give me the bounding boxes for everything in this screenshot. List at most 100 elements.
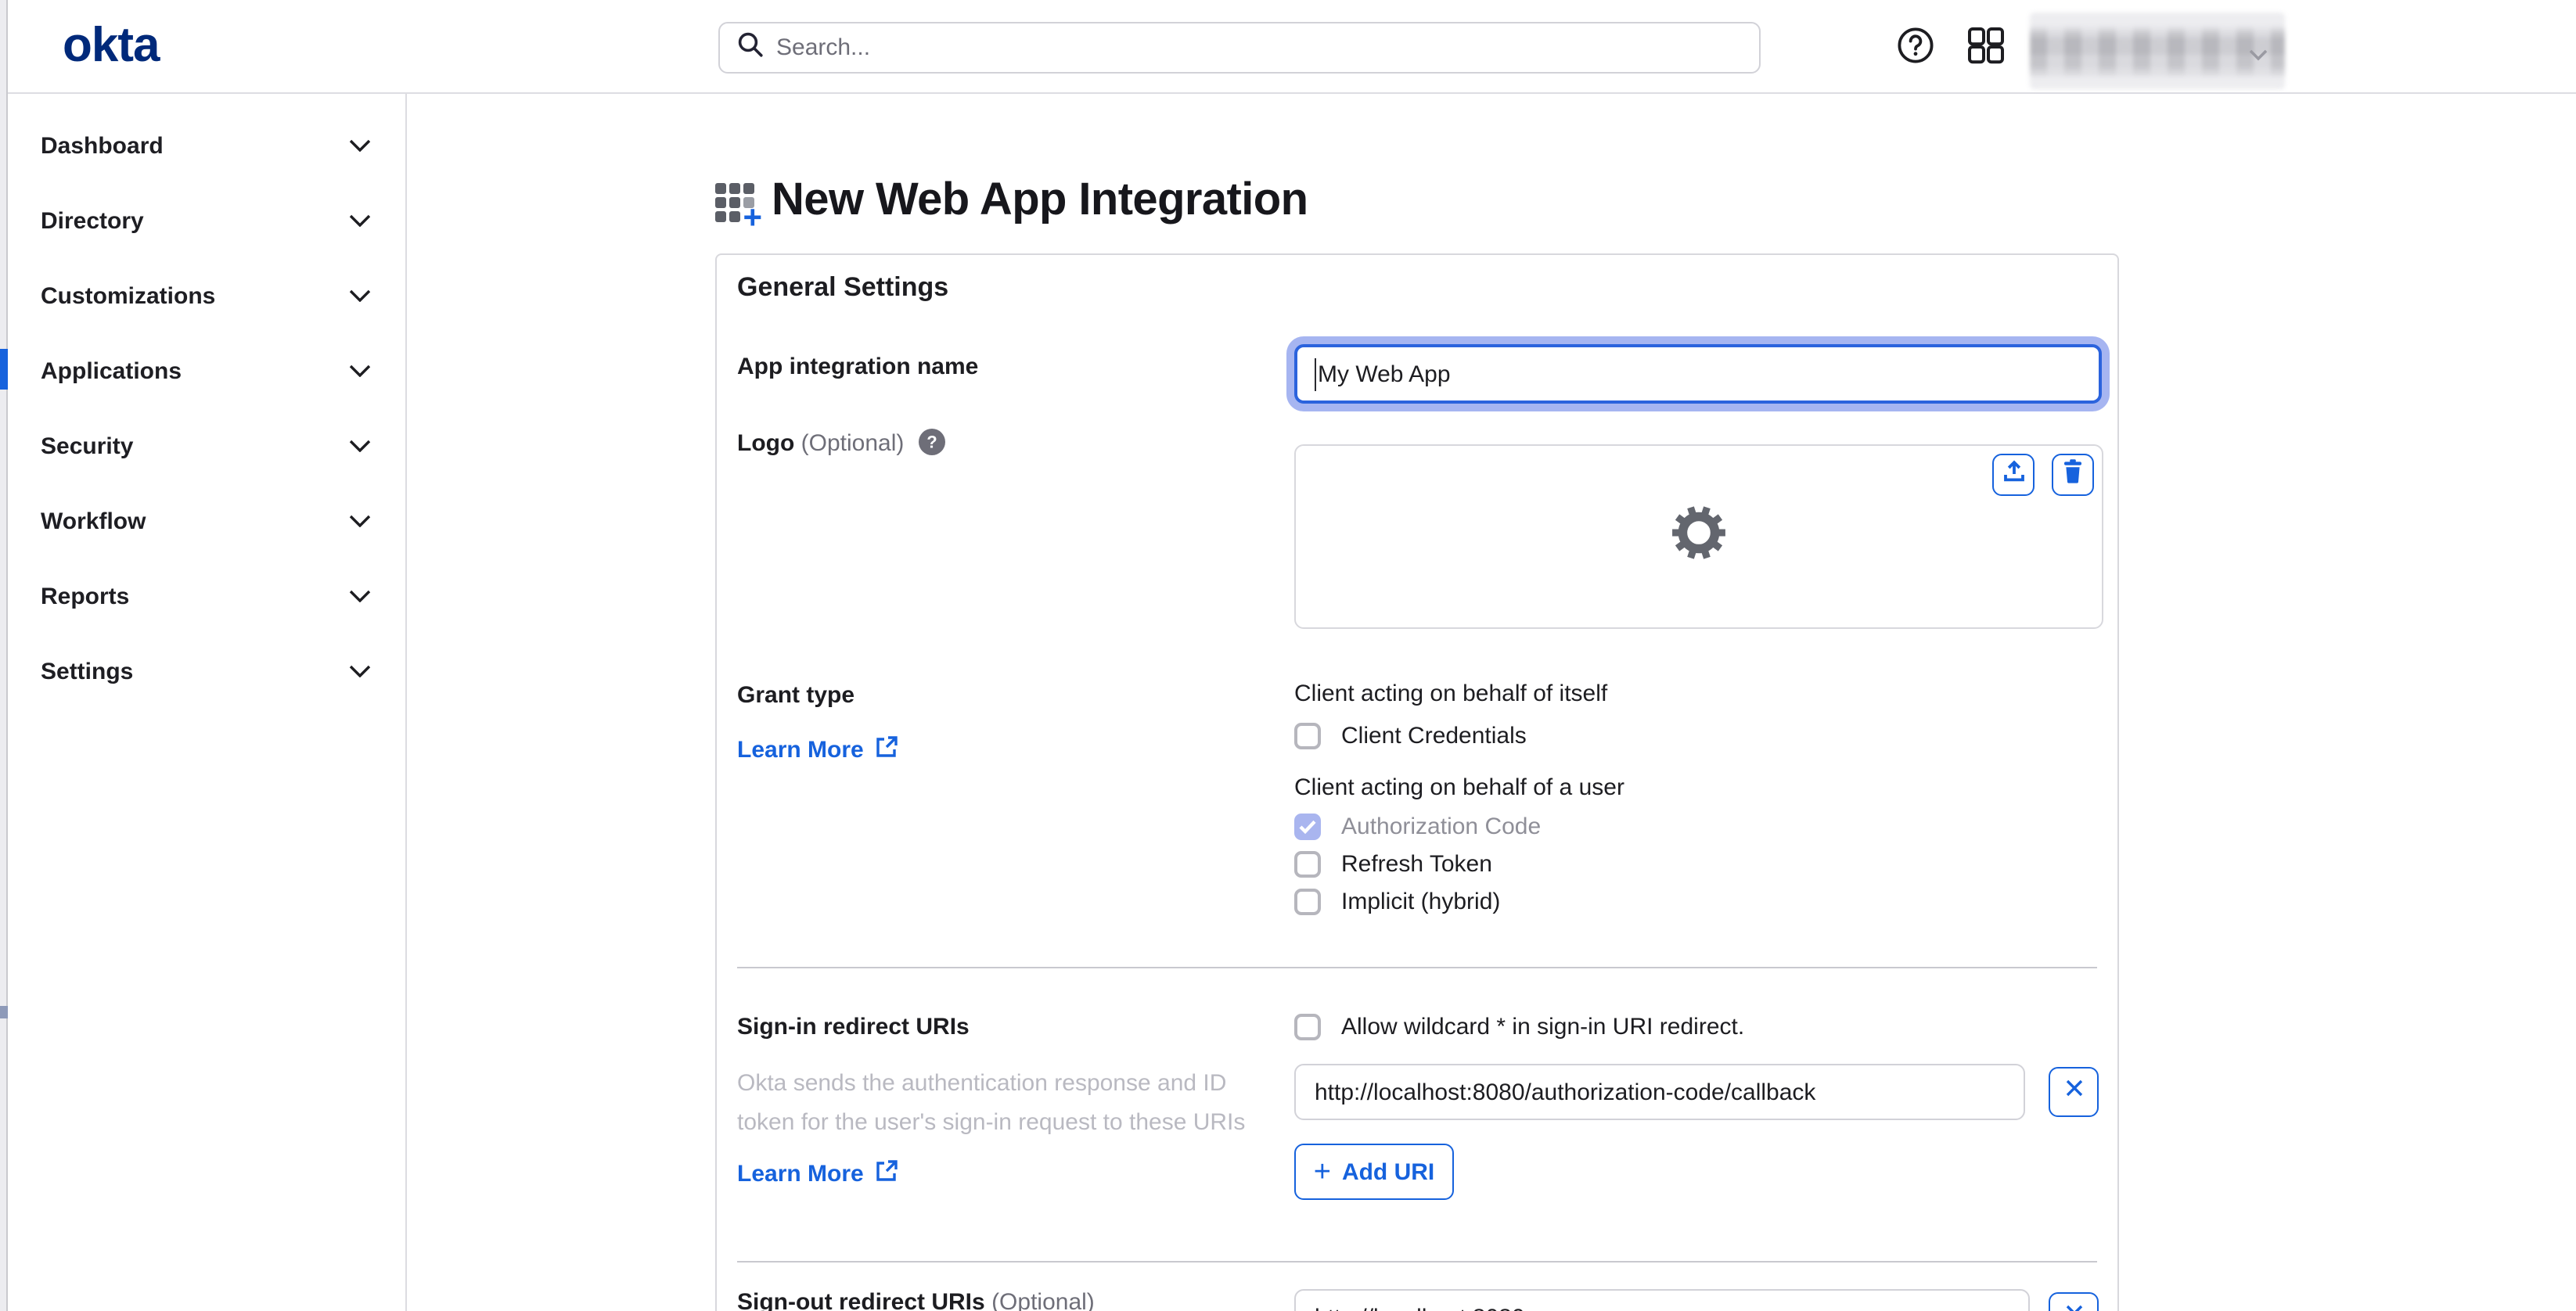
active-nav-indicator [0, 349, 8, 390]
sidebar-item-label: Applications [41, 357, 182, 384]
signin-uri-input[interactable]: http://localhost:8080/authorization-code… [1294, 1064, 2025, 1120]
learn-more-text: Learn More [737, 1161, 864, 1187]
sidebar-item-label: Security [41, 433, 133, 459]
checkbox-label: Authorization Code [1341, 813, 1541, 839]
logo-label-text: Logo [737, 430, 794, 457]
okta-logo[interactable]: okta [63, 17, 160, 74]
general-settings-card: General Settings App integration name My… [715, 253, 2119, 1311]
sidebar-item-label: Dashboard [41, 132, 164, 159]
remove-signin-uri-button[interactable] [2049, 1067, 2099, 1117]
wildcard-option[interactable]: Allow wildcard * in sign-in URI redirect… [1294, 1009, 1744, 1043]
sidebar-nav: Dashboard Directory Customizations Appli… [0, 94, 407, 1311]
section-divider [737, 967, 2097, 968]
signout-optional-text: (Optional) [991, 1289, 1095, 1311]
description-line: Okta sends the authentication response a… [737, 1064, 1254, 1103]
chevron-down-icon [349, 357, 371, 385]
sidebar-item-dashboard[interactable]: Dashboard [0, 108, 405, 183]
checkbox-label: Client Credentials [1341, 722, 1527, 749]
x-icon [2063, 1303, 2084, 1311]
okta-admin-console: okta [0, 0, 2576, 1311]
external-link-icon [875, 1159, 898, 1189]
grant-type-label: Grant type [737, 679, 854, 713]
sidebar-item-workflow[interactable]: Workflow [0, 483, 405, 559]
logo-label: Logo (Optional) ? [737, 427, 945, 466]
upload-icon [2001, 458, 2026, 491]
grant-option-refresh-token[interactable]: Refresh Token [1294, 846, 1492, 881]
section-divider [737, 1261, 2097, 1263]
chevron-down-icon [349, 507, 371, 535]
page-title: New Web App Integration [772, 175, 1308, 227]
search-input[interactable] [776, 34, 1759, 61]
grant-type-learn-more-link[interactable]: Learn More [737, 735, 898, 765]
help-tooltip-icon[interactable]: ? [919, 429, 945, 466]
chevron-down-icon [349, 582, 371, 610]
trash-icon [2061, 458, 2085, 491]
gear-icon [1670, 504, 1728, 569]
signout-label-text: Sign-out redirect URIs [737, 1289, 985, 1311]
text-cursor [1315, 357, 1316, 390]
grant-option-client-credentials[interactable]: Client Credentials [1294, 718, 1527, 752]
sidebar-item-label: Reports [41, 583, 129, 609]
signin-redirect-label: Sign-in redirect URIs [737, 1011, 970, 1045]
checkbox-label: Refresh Token [1341, 850, 1492, 877]
grant-option-implicit-hybrid[interactable]: Implicit (hybrid) [1294, 884, 1500, 918]
grant-group-itself-heading: Client acting on behalf of itself [1294, 677, 1607, 712]
sidebar-item-label: Customizations [41, 282, 215, 309]
signin-uri-value: http://localhost:8080/authorization-code… [1315, 1079, 1815, 1105]
sidebar-item-applications[interactable]: Applications [0, 333, 405, 408]
sidebar-item-reports[interactable]: Reports [0, 559, 405, 634]
checkbox-label: Allow wildcard * in sign-in URI redirect… [1341, 1013, 1744, 1040]
signout-redirect-label: Sign-out redirect URIs (Optional) [737, 1286, 1095, 1311]
add-uri-label: Add URI [1342, 1158, 1434, 1185]
x-icon [2063, 1078, 2084, 1106]
signout-uri-value: http://localhost:8080 [1315, 1304, 1525, 1311]
learn-more-text: Learn More [737, 737, 864, 763]
chevron-down-icon [349, 131, 371, 160]
help-icon[interactable] [1897, 27, 1934, 64]
checkbox-authorization-code[interactable] [1294, 813, 1321, 839]
checkbox-client-credentials[interactable] [1294, 722, 1321, 749]
signin-learn-more-link[interactable]: Learn More [737, 1159, 898, 1189]
checkbox-label: Implicit (hybrid) [1341, 888, 1500, 914]
redacted-account-name[interactable] [2030, 13, 2285, 89]
sidebar-item-directory[interactable]: Directory [0, 183, 405, 258]
logo-optional-text: (Optional) [801, 430, 905, 457]
window-edge-artifact [0, 1006, 8, 1018]
window-edge-strip [0, 0, 8, 1311]
sidebar-item-settings[interactable]: Settings [0, 634, 405, 709]
checkbox-wildcard[interactable] [1294, 1013, 1321, 1040]
external-link-icon [875, 735, 898, 765]
sidebar-item-label: Workflow [41, 508, 146, 534]
checkbox-implicit-hybrid[interactable] [1294, 888, 1321, 914]
delete-logo-button[interactable] [2052, 454, 2094, 496]
app-name-input[interactable]: My Web App [1294, 344, 2102, 404]
signout-uri-input[interactable]: http://localhost:8080 [1294, 1289, 2030, 1311]
app-grid-plus-icon: + [715, 183, 756, 224]
logo-upload-area[interactable] [1294, 444, 2103, 629]
plus-icon: + [1314, 1157, 1331, 1187]
sidebar-item-security[interactable]: Security [0, 408, 405, 483]
chevron-down-icon [349, 432, 371, 460]
app-name-label: App integration name [737, 350, 978, 385]
sidebar-item-label: Settings [41, 658, 133, 684]
add-uri-button[interactable]: + Add URI [1294, 1144, 1454, 1200]
apps-grid-icon[interactable] [1967, 27, 2005, 64]
app-name-value: My Web App [1318, 361, 1451, 387]
chevron-down-icon [349, 657, 371, 685]
chevron-down-icon [349, 207, 371, 235]
remove-signout-uri-button[interactable] [2049, 1292, 2099, 1311]
chevron-down-icon[interactable] [2249, 41, 2268, 69]
sidebar-item-customizations[interactable]: Customizations [0, 258, 405, 333]
description-line: token for the user's sign-in request to … [737, 1103, 1254, 1142]
grant-option-authorization-code[interactable]: Authorization Code [1294, 809, 1541, 843]
search-icon [737, 31, 764, 65]
checkbox-refresh-token[interactable] [1294, 850, 1321, 877]
chevron-down-icon [349, 282, 371, 310]
global-search[interactable] [718, 22, 1761, 74]
svg-text:?: ? [926, 433, 937, 452]
section-heading: General Settings [737, 272, 948, 304]
upload-logo-button[interactable] [1992, 454, 2035, 496]
grant-group-user-heading: Client acting on behalf of a user [1294, 771, 1624, 806]
top-bar: okta [0, 0, 2576, 94]
sidebar-item-label: Directory [41, 207, 144, 234]
